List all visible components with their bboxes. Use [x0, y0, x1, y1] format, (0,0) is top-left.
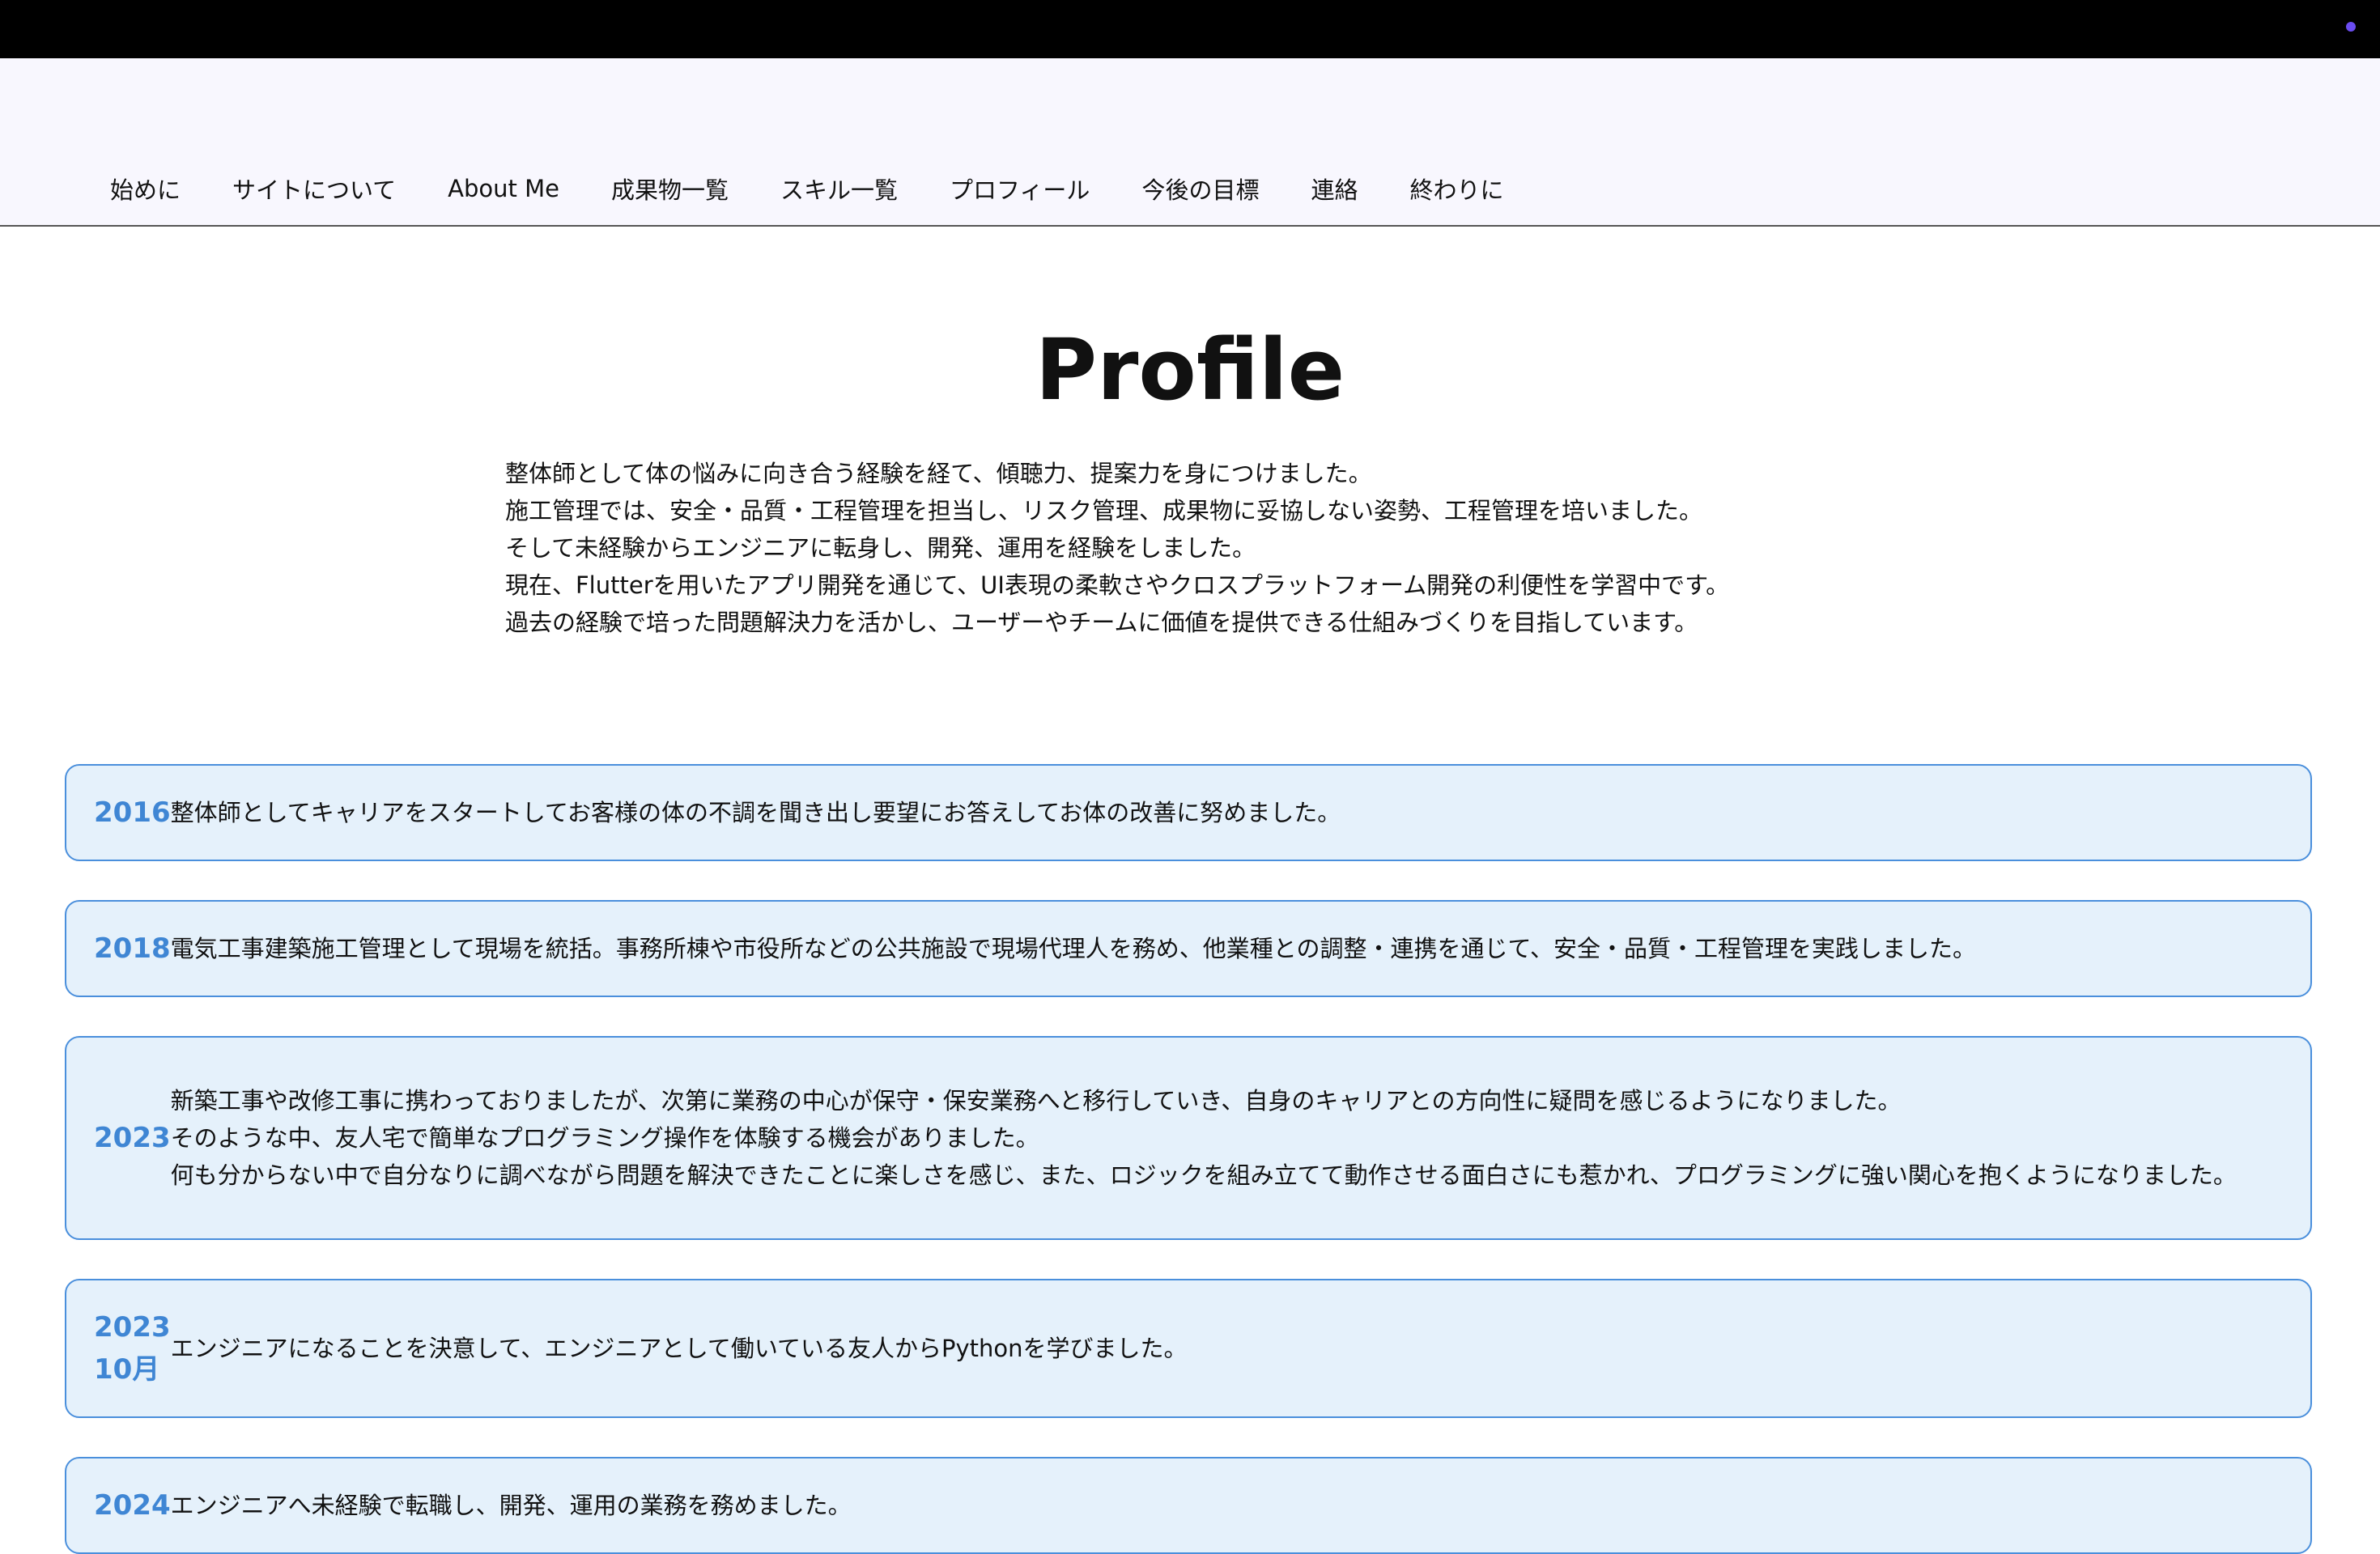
timeline-description: 新築工事や改修工事に携わっておりましたが、次第に業務の中心が保守・保安業務へと移…: [171, 1082, 2286, 1194]
timeline-month-label: 10月: [94, 1353, 160, 1386]
timeline-card-2023-10: 2023 10月 エンジニアになることを決意して、エンジニアとして働いている友人…: [65, 1279, 2312, 1418]
top-bar: [0, 0, 2380, 58]
timeline-text-line: 何も分からない中で自分なりに調べながら問題を解決できたことに楽しさを感じ、また、…: [170, 1161, 2237, 1189]
timeline-description: 整体師としてキャリアをスタートしてお客様の体の不調を聞き出し要望にお答えしてお体…: [171, 794, 2286, 831]
timeline-year: 2023 10月: [94, 1306, 171, 1391]
timeline-card-2018: 2018 電気工事建築施工管理として現場を統括。事務所棟や市役所などの公共施設で…: [65, 900, 2312, 997]
intro-line: 整体師として体の悩みに向き合う経験を経て、傾聴力、提案力を身につけました。: [505, 460, 1372, 487]
timeline-year-label: 2016: [94, 796, 171, 829]
page-title: Profile: [1035, 321, 1345, 419]
timeline-text-line: そのような中、友人宅で簡単なプログラミング操作を体験する機会がありました。: [170, 1124, 1039, 1152]
status-indicator-dot: [2346, 22, 2356, 32]
nav-item-contact[interactable]: 連絡: [1311, 172, 1358, 206]
timeline-text-line: 新築工事や改修工事に携わっておりましたが、次第に業務の中心が保守・保安業務へと移…: [170, 1087, 1902, 1115]
site-header: 始めに サイトについて About Me 成果物一覧 スキル一覧 プロフィール …: [0, 58, 2380, 227]
timeline-text-line: エンジニアになることを決意して、エンジニアとして働いている友人からPythonを…: [170, 1335, 1188, 1362]
timeline-year-label: 2023: [94, 1122, 171, 1154]
timeline-year: 2024: [94, 1484, 171, 1526]
main-nav: 始めに サイトについて About Me 成果物一覧 スキル一覧 プロフィール …: [110, 172, 1555, 206]
timeline-year: 2023: [94, 1117, 171, 1159]
intro-line: 現在、Flutterを用いたアプリ開発を通じて、UI表現の柔軟さやクロスプラット…: [505, 571, 1730, 599]
nav-item-closing[interactable]: 終わりに: [1409, 172, 1503, 206]
timeline-year-label: 2023: [94, 1311, 171, 1344]
timeline-description: エンジニアになることを決意して、エンジニアとして働いている友人からPythonを…: [171, 1330, 2286, 1367]
nav-item-about-site[interactable]: サイトについて: [232, 172, 396, 206]
timeline-year-label: 2018: [94, 932, 171, 965]
nav-item-skills[interactable]: スキル一覧: [780, 172, 898, 206]
timeline-year: 2016: [94, 792, 171, 834]
timeline-text-line: 電気工事建築施工管理として現場を統括。事務所棟や市役所などの公共施設で現場代理人…: [170, 935, 1977, 962]
timeline-description: エンジニアへ未経験で転職し、開発、運用の業務を務めました。: [171, 1487, 2286, 1524]
intro-line: 施工管理では、安全・品質・工程管理を担当し、リスク管理、成果物に妥協しない姿勢、…: [505, 497, 1703, 524]
nav-item-profile[interactable]: プロフィール: [950, 172, 1090, 206]
timeline-card-2016: 2016 整体師としてキャリアをスタートしてお客様の体の不調を聞き出し要望にお答…: [65, 764, 2312, 861]
nav-item-works[interactable]: 成果物一覧: [611, 172, 729, 206]
nav-item-introduction[interactable]: 始めに: [110, 172, 181, 206]
timeline-card-2024: 2024 エンジニアへ未経験で転職し、開発、運用の業務を務めました。: [65, 1457, 2312, 1554]
intro-line: そして未経験からエンジニアに転身し、開発、運用を経験をしました。: [505, 534, 1256, 562]
nav-item-about-me[interactable]: About Me: [448, 175, 559, 202]
timeline-text-line: エンジニアへ未経験で転職し、開発、運用の業務を務めました。: [170, 1492, 852, 1519]
timeline-text-line: 整体師としてキャリアをスタートしてお客様の体の不調を聞き出し要望にお答えしてお体…: [170, 799, 1341, 826]
timeline-card-2023: 2023 新築工事や改修工事に携わっておりましたが、次第に業務の中心が保守・保安…: [65, 1036, 2312, 1240]
nav-item-goals[interactable]: 今後の目標: [1141, 172, 1259, 206]
intro-line: 過去の経験で培った問題解決力を活かし、ユーザーやチームに価値を提供できる仕組みづ…: [505, 609, 1698, 636]
profile-intro: 整体師として体の悩みに向き合う経験を経て、傾聴力、提案力を身につけました。 施工…: [505, 455, 1930, 641]
timeline-year-label: 2024: [94, 1489, 171, 1522]
timeline-description: 電気工事建築施工管理として現場を統括。事務所棟や市役所などの公共施設で現場代理人…: [171, 930, 2286, 967]
timeline-year: 2018: [94, 928, 171, 970]
